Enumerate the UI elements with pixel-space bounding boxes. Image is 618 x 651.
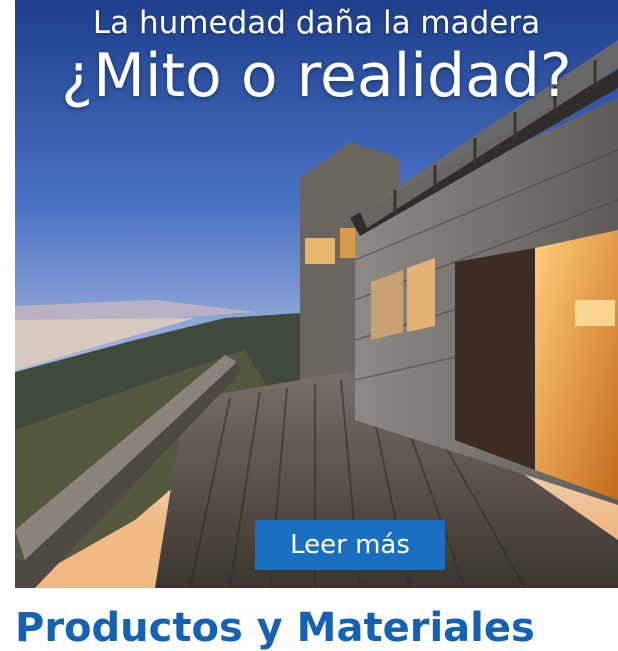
read-more-button[interactable]: Leer más (255, 520, 445, 570)
banner-subtitle: La humedad daña la madera (92, 5, 541, 41)
promo-banner[interactable]: La humedad daña la madera ¿Mito o realid… (15, 0, 618, 588)
banner-title: ¿Mito o realidad? (61, 41, 572, 111)
section-heading: Productos y Materiales (15, 605, 535, 651)
